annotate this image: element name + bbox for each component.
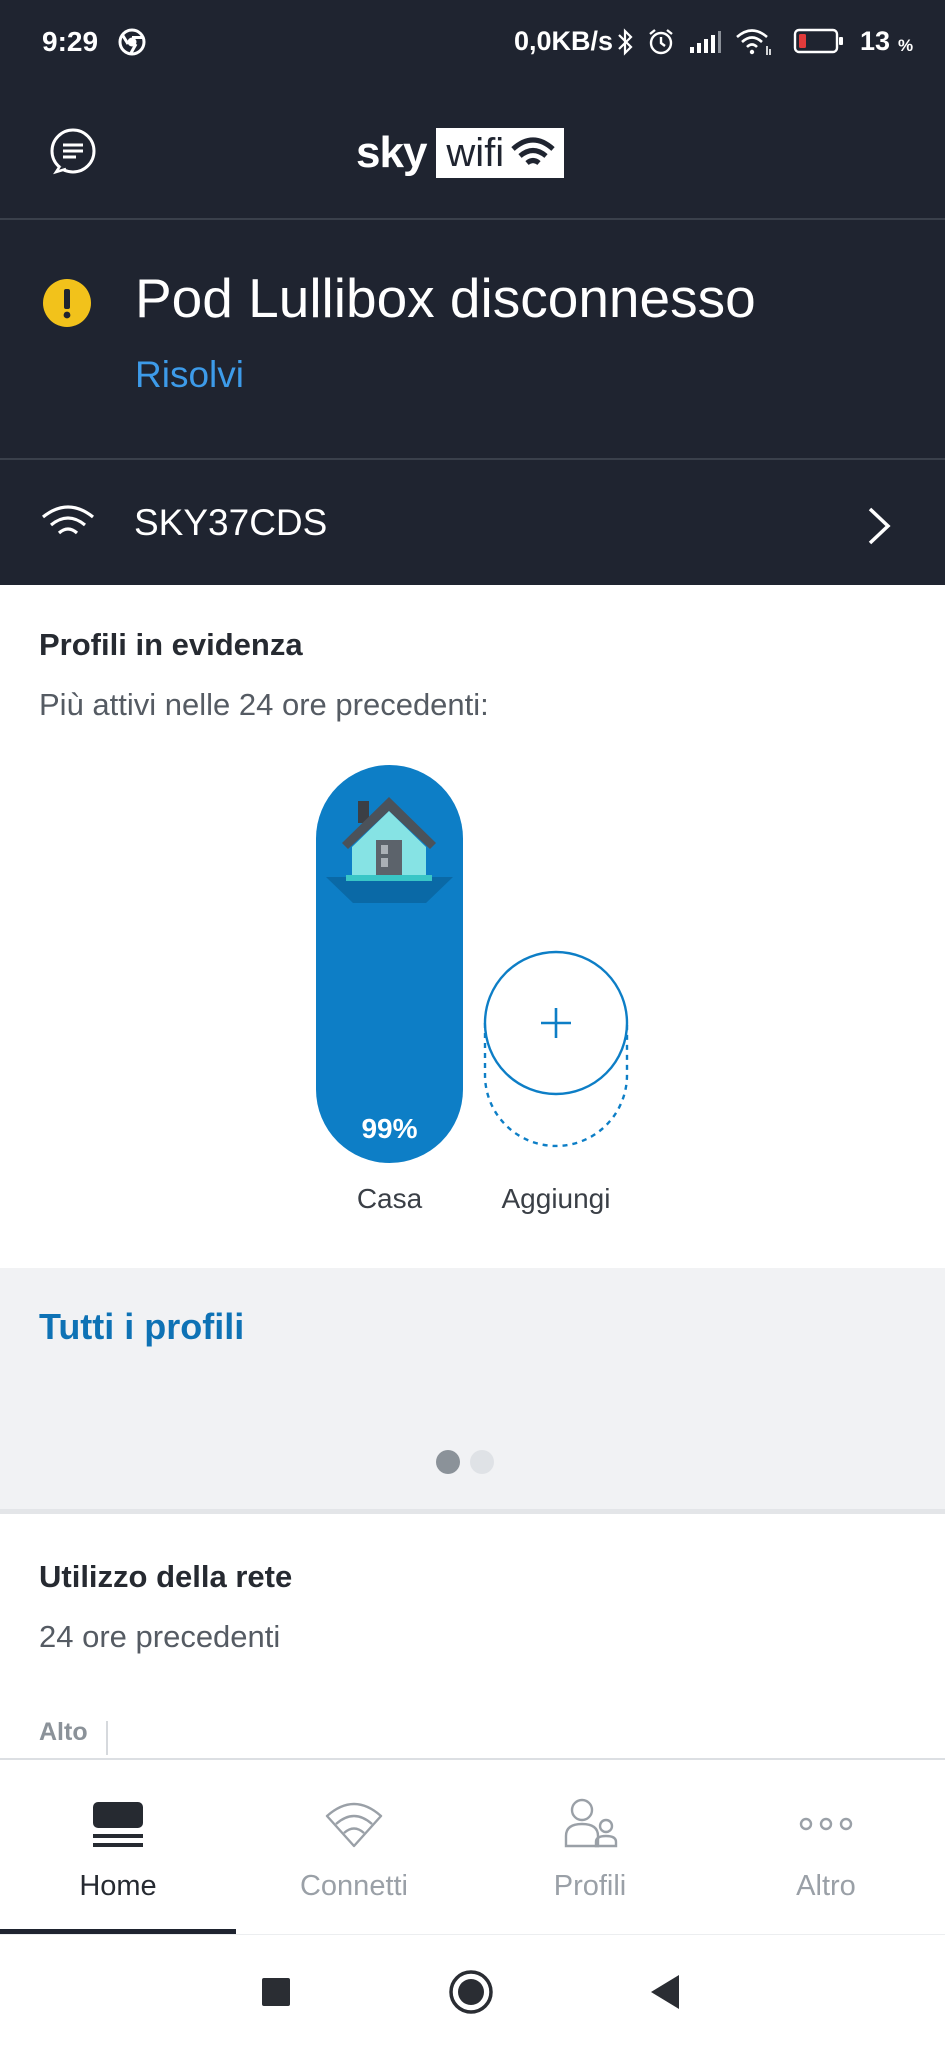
battery-icon [793,28,843,54]
bottom-navigation: Home Connetti Profili Altro [0,1758,945,1934]
chevron-right-icon [868,507,891,545]
alarm-icon [649,29,673,55]
home-icon [93,1802,143,1847]
profile-label: Casa [356,1183,423,1214]
profile-pill-casa[interactable]: 99% [316,765,463,1163]
add-profile-label: Aggiungi [501,1183,611,1214]
logo-product: wifi [446,130,505,175]
nav-label: Altro [796,1870,856,1902]
chrome-icon [118,28,146,56]
page-dot-active[interactable] [436,1450,460,1474]
nav-label: Connetti [299,1870,408,1902]
nav-home[interactable]: Home [0,1760,236,1934]
menu-icon[interactable] [48,126,98,176]
alert-title: Pod Lullibox disconnesso [135,267,756,329]
sky-wifi-logo: sky wifi [356,126,565,180]
status-bar: 9:29 0,0KB/s 13 % [0,0,945,86]
profiles-icon [564,1798,618,1848]
logo-wifi-icon [511,137,555,166]
system-navigation [0,1934,945,2048]
more-icon [799,1817,853,1831]
all-profiles-band: Tutti i profili [0,1268,945,1514]
network-name: SKY37CDS [134,502,328,543]
disconnected-alert: Pod Lullibox disconnesso Risolvi [0,222,945,460]
network-usage: Utilizzo della rete 24 ore precedenti Al… [0,1519,945,1759]
resolve-link[interactable]: Risolvi [135,354,244,396]
page-dot[interactable] [470,1450,494,1474]
wifi-icon [325,1802,383,1848]
back-icon[interactable] [643,1969,689,2015]
nav-profili[interactable]: Profili [472,1760,708,1934]
status-time: 9:29 [42,26,99,57]
app-header-area: 9:29 0,0KB/s 13 % sky wifi Pod Lullibox … [0,0,945,585]
wifi-status-icon [736,29,771,55]
top-app-bar: sky wifi [0,86,945,220]
nav-label: Home [79,1870,157,1902]
bluetooth-icon [618,28,633,56]
network-row[interactable]: SKY37CDS [0,462,945,585]
home-circle-icon[interactable] [448,1969,494,2015]
page-indicator [436,1450,494,1474]
section-subtitle: 24 ore precedenti [39,1619,281,1654]
nav-connetti[interactable]: Connetti [236,1760,472,1934]
status-speed: 0,0KB/s [514,26,614,56]
logo-brand: sky [356,128,427,177]
usage-level-label: Alto [39,1718,88,1746]
all-profiles-link[interactable]: Tutti i profili [39,1306,244,1348]
battery-unit: % [898,36,914,55]
nav-altro[interactable]: Altro [708,1760,944,1934]
add-profile-graphic [483,950,629,1148]
nav-label: Profili [553,1870,627,1902]
featured-profiles: Profili in evidenza Più attivi nelle 24 … [0,585,945,1268]
add-profile-button[interactable] [483,950,629,1148]
status-icons [616,24,774,60]
wifi-icon [42,505,94,535]
recents-icon[interactable] [253,1969,299,2015]
section-subtitle: Più attivi nelle 24 ore precedenti: [39,687,489,722]
profile-percent: 99% [361,1113,418,1144]
logo-product-box: wifi [436,128,565,178]
battery-percent: 13 [860,26,891,56]
usage-axis-tick [106,1721,108,1755]
section-title: Profili in evidenza [39,627,303,662]
section-title: Utilizzo della rete [39,1559,293,1594]
warning-icon [43,279,91,327]
house-icon [326,797,453,903]
signal-icon [690,31,721,53]
